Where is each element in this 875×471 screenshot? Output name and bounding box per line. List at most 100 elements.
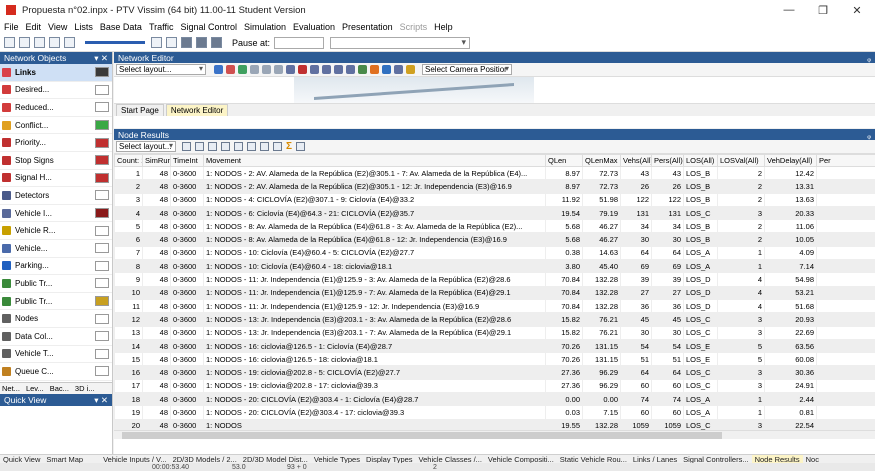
screenshot-icon[interactable] (394, 65, 403, 74)
column-header[interactable]: LOS(All) (683, 154, 718, 167)
network-object-item[interactable]: Vehicle... (0, 240, 112, 258)
3d-mode-icon[interactable] (358, 65, 367, 74)
column-header[interactable]: VehDelay(All) (764, 154, 817, 167)
table-row[interactable]: 15 48 0-3600 1: NODOS - 16: ciclovia@126.5 … (114, 352, 875, 367)
table-row[interactable]: 13 48 0-3600 1: NODOS - 13: Jr. Independenc… (114, 325, 875, 340)
network-object-color-swatch[interactable] (95, 260, 109, 271)
export-icon[interactable] (260, 142, 269, 151)
sum-icon[interactable]: Σ (286, 141, 292, 152)
network-object-item[interactable]: Public Tr... (0, 275, 112, 293)
table-row[interactable]: 6 48 0-3600 1: NODOS - 8: Av. Alameda de la… (114, 232, 875, 247)
table-row[interactable]: 19 48 0-3600 1: NODOS - 20: CICLOVÍA (E2)@3… (114, 405, 875, 420)
menu-item-presentation[interactable]: Presentation (342, 22, 393, 32)
zoom-icon[interactable] (151, 37, 162, 48)
network-object-item[interactable]: Priority... (0, 134, 112, 152)
network-object-item[interactable]: Public Tr... (0, 293, 112, 311)
network-object-color-swatch[interactable] (95, 208, 109, 219)
network-editor-tab[interactable]: Network Editor (165, 104, 229, 116)
column-header[interactable]: SimRun (142, 154, 171, 167)
step-icon[interactable] (196, 37, 207, 48)
rotate-icon[interactable] (250, 65, 259, 74)
column-header[interactable]: Movement (203, 154, 546, 167)
columns-icon[interactable] (247, 142, 256, 151)
menu-item-base-data[interactable]: Base Data (100, 22, 142, 32)
vehicle-icon[interactable] (370, 65, 379, 74)
camera-icon[interactable] (406, 65, 415, 74)
quick-view-pin-icon[interactable]: ▾ ✕ (94, 395, 108, 406)
network-object-item[interactable]: Vehicle R... (0, 222, 112, 240)
network-object-color-swatch[interactable] (95, 225, 109, 236)
pan-hand-icon[interactable] (286, 65, 295, 74)
stop-icon[interactable] (211, 37, 222, 48)
print-icon[interactable] (273, 142, 282, 151)
network-object-color-swatch[interactable] (95, 366, 109, 377)
paste-icon[interactable] (274, 65, 283, 74)
panel-pin-icon[interactable]: ▾ ✕ (94, 53, 108, 64)
zoom-in-icon[interactable] (310, 65, 319, 74)
table-row[interactable]: 7 48 0-3600 1: NODOS - 10: Ciclovía (E4)@60… (114, 245, 875, 261)
network-editor-pin-icon[interactable]: ᵩ (867, 53, 871, 63)
table-row[interactable]: 3 48 0-3600 1: NODOS - 4: CICLOVÍA (E2)@307… (114, 192, 875, 207)
camera-position-select[interactable]: Select Camera Positior (422, 64, 512, 75)
pause-at-input[interactable] (274, 36, 325, 49)
open-file-icon[interactable] (19, 37, 30, 48)
table-row[interactable]: 10 48 0-3600 1: NODOS - 11: Jr. Independenc… (114, 285, 875, 300)
save-icon[interactable] (34, 37, 45, 48)
network-object-item[interactable]: Data Col... (0, 328, 112, 346)
column-header[interactable]: Count: 140 (114, 154, 143, 167)
table-row[interactable]: 12 48 0-3600 1: NODOS - 13: Jr. Independenc… (114, 312, 875, 327)
menu-item-lists[interactable]: Lists (74, 22, 93, 32)
network-object-item[interactable]: Vehicle T... (0, 346, 112, 364)
network-object-item[interactable]: Parking... (0, 258, 112, 276)
left-panel-tab[interactable]: Net... (2, 384, 20, 393)
redo-icon[interactable] (64, 37, 75, 48)
new-file-icon[interactable] (4, 37, 15, 48)
column-header[interactable]: LOSVal(All) (717, 154, 765, 167)
column-header[interactable]: QLen (545, 154, 583, 167)
scrollbar-thumb[interactable] (122, 432, 722, 439)
menu-item-edit[interactable]: Edit (26, 22, 42, 32)
network-canvas[interactable] (114, 77, 875, 103)
horizontal-scrollbar[interactable] (114, 430, 875, 439)
filter-icon[interactable] (221, 142, 230, 151)
home-icon[interactable] (166, 37, 177, 48)
network-object-item[interactable]: Detectors (0, 187, 112, 205)
simulation-slider[interactable] (85, 41, 145, 44)
measure-icon[interactable] (382, 65, 391, 74)
layout-select[interactable]: Select layout... (116, 64, 206, 75)
column-header[interactable]: TimeInt (170, 154, 204, 167)
left-panel-tab[interactable]: Lev... (26, 384, 44, 393)
network-object-color-swatch[interactable] (95, 348, 109, 359)
table-row[interactable]: 16 48 0-3600 1: NODOS - 19: ciclovia@202.8 … (114, 365, 875, 380)
play-icon[interactable] (181, 37, 192, 48)
network-object-item[interactable]: Stop Signs (0, 152, 112, 170)
network-object-item[interactable]: Conflict... (0, 117, 112, 135)
copy-results-icon[interactable] (234, 142, 243, 151)
select-icon[interactable] (298, 65, 307, 74)
menu-item-file[interactable]: File (4, 22, 19, 32)
network-object-color-swatch[interactable] (95, 313, 109, 324)
back-icon[interactable] (334, 65, 343, 74)
column-header[interactable]: QLenMax (582, 154, 621, 167)
network-object-item[interactable]: Queue C... (0, 363, 112, 381)
network-object-color-swatch[interactable] (95, 243, 109, 254)
network-object-item[interactable]: Vehicle I... (0, 205, 112, 223)
chart-icon[interactable] (296, 142, 306, 151)
table-row[interactable]: 5 48 0-3600 1: NODOS - 8: Av. Alameda de la… (114, 219, 875, 234)
network-object-color-swatch[interactable] (95, 102, 109, 113)
sort-descending-icon[interactable] (208, 142, 217, 151)
node-results-pin-icon[interactable]: ᵩ (867, 130, 871, 140)
edit-icon[interactable] (214, 65, 223, 74)
table-row[interactable]: 1 48 0-3600 1: NODOS - 2: AV. Alameda de la… (114, 165, 875, 181)
table-row[interactable]: 18 48 0-3600 1: NODOS - 20: CICLOVÍA (E2)@3… (114, 392, 875, 407)
network-object-item[interactable]: Desired... (0, 82, 112, 100)
network-object-item[interactable]: Links (0, 64, 112, 82)
network-object-item[interactable]: Flow Bu... (0, 381, 112, 382)
network-object-color-swatch[interactable] (95, 84, 109, 95)
menu-item-signal-control[interactable]: Signal Control (180, 22, 237, 32)
network-editor-tab[interactable]: Start Page (116, 104, 164, 116)
network-object-color-swatch[interactable] (95, 190, 109, 201)
maximize-button[interactable]: ❐ (806, 0, 840, 20)
left-panel-tab[interactable]: 3D i... (75, 384, 95, 393)
network-object-color-swatch[interactable] (95, 296, 109, 307)
